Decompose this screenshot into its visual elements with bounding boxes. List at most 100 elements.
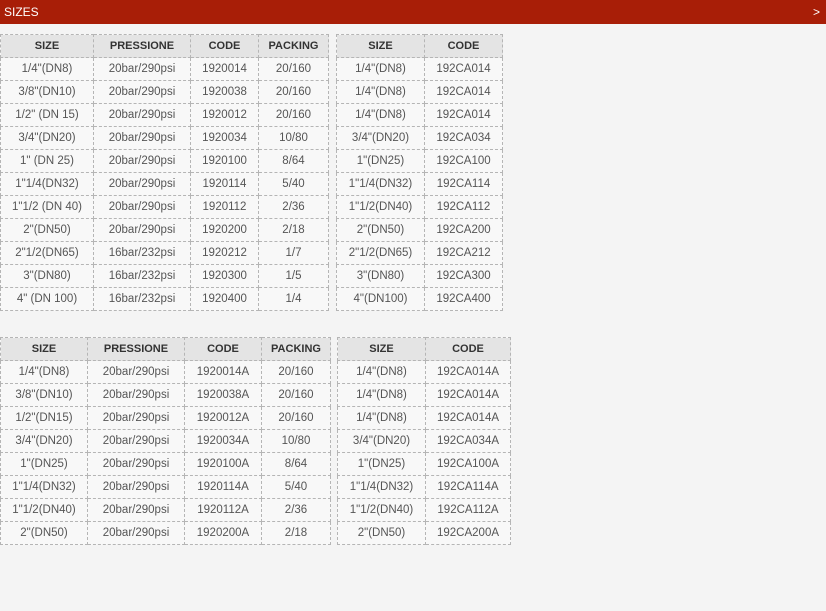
table-cell-code: 1920200 (190, 218, 259, 242)
table-row: 1" (DN 25) 20bar/290psi 1920100 8/64 (0, 149, 329, 173)
table-cell-packing: 2/18 (261, 521, 331, 545)
table-cell-packing: 20/160 (258, 103, 329, 127)
table-row: 2"(DN50) 192CA200 (336, 218, 503, 242)
table-cell-size: 3/4"(DN20) (337, 429, 426, 453)
table-cell-size: 1"1/4(DN32) (337, 475, 426, 499)
table-cell-size: 2"1/2(DN65) (0, 241, 94, 265)
table-cell-code: 192CA034A (425, 429, 511, 453)
table-row: 1"1/2 (DN 40) 20bar/290psi 1920112 2/36 (0, 195, 329, 219)
table-cell-code: 192CA014A (425, 360, 511, 384)
table-row: 1"1/2(DN40) 20bar/290psi 1920112A 2/36 (0, 498, 331, 522)
table-row: 1/2"(DN15) 20bar/290psi 1920012A 20/160 (0, 406, 331, 430)
column-header-code: CODE (425, 337, 511, 361)
table-cell-size: 4"(DN100) (336, 287, 425, 311)
table-header-row: SIZE PRESSIONE CODE PACKING (0, 337, 331, 361)
table-cell-pressione: 16bar/232psi (93, 287, 191, 311)
table-cell-size: 1"(DN25) (0, 452, 88, 476)
table-cell-size: 3/8"(DN10) (0, 80, 94, 104)
table-row: 1/4"(DN8) 192CA014A (337, 406, 511, 430)
table-cell-size: 4" (DN 100) (0, 287, 94, 311)
table-cell-size: 1/4"(DN8) (337, 406, 426, 430)
table-row: 1/4"(DN8) 192CA014 (336, 57, 503, 81)
table-cell-code: 1920400 (190, 287, 259, 311)
table-cell-packing: 8/64 (258, 149, 329, 173)
column-header-code: CODE (424, 34, 503, 58)
table-cell-code: 1920114 (190, 172, 259, 196)
table-cell-code: 1920100A (184, 452, 262, 476)
table-cell-size: 2"(DN50) (337, 521, 426, 545)
table-cell-size: 1"1/2 (DN 40) (0, 195, 94, 219)
table-cell-packing: 1/5 (258, 264, 329, 288)
table-row: 1/4"(DN8) 192CA014A (337, 360, 511, 384)
table-cell-code: 192CA200A (425, 521, 511, 545)
sizes-table-a-series: SIZE PRESSIONE CODE PACKING 1/4"(DN8) 20bar/2… (0, 337, 331, 545)
table-cell-packing: 5/40 (261, 475, 331, 499)
table-cell-pressione: 20bar/290psi (87, 406, 185, 430)
table-row: 3/4"(DN20) 192CA034 (336, 126, 503, 150)
table-cell-packing: 20/160 (258, 57, 329, 81)
table-row: 2"1/2(DN65) 192CA212 (336, 241, 503, 265)
table-cell-size: 1"1/2(DN40) (336, 195, 425, 219)
table-cell-pressione: 20bar/290psi (93, 126, 191, 150)
table-row: 3/8"(DN10) 20bar/290psi 1920038A 20/160 (0, 383, 331, 407)
table-row: 1"(DN25) 192CA100A (337, 452, 511, 476)
table-row: 1/2" (DN 15) 20bar/290psi 1920012 20/160 (0, 103, 329, 127)
table-row: 3/4"(DN20) 192CA034A (337, 429, 511, 453)
column-header-size: SIZE (336, 34, 425, 58)
table-cell-packing: 20/160 (261, 383, 331, 407)
table-cell-size: 2"(DN50) (0, 521, 88, 545)
column-header-pressione: PRESSIONE (87, 337, 185, 361)
table-row: 2"1/2(DN65) 16bar/232psi 1920212 1/7 (0, 241, 329, 265)
table-row: 3/4"(DN20) 20bar/290psi 1920034 10/80 (0, 126, 329, 150)
table-cell-pressione: 20bar/290psi (93, 103, 191, 127)
table-cell-pressione: 20bar/290psi (87, 521, 185, 545)
table-cell-size: 1/4"(DN8) (0, 57, 94, 81)
table-cell-size: 1"1/4(DN32) (0, 475, 88, 499)
sizes-accordion-header[interactable]: SIZES > (0, 0, 826, 24)
table-cell-size: 1"1/4(DN32) (336, 172, 425, 196)
table-cell-code: 1920114A (184, 475, 262, 499)
table-cell-pressione: 20bar/290psi (87, 498, 185, 522)
table-cell-code: 1920034 (190, 126, 259, 150)
table-cell-pressione: 20bar/290psi (93, 172, 191, 196)
table-cell-code: 192CA100 (424, 149, 503, 173)
table-cell-size: 3"(DN80) (336, 264, 425, 288)
table-cell-pressione: 20bar/290psi (93, 149, 191, 173)
section-title: SIZES (4, 5, 39, 19)
table-cell-size: 3/4"(DN20) (336, 126, 425, 150)
table-cell-code: 1920112A (184, 498, 262, 522)
table-cell-packing: 1/4 (258, 287, 329, 311)
table-row: 3"(DN80) 192CA300 (336, 264, 503, 288)
table-cell-pressione: 20bar/290psi (87, 452, 185, 476)
table-row: 1"(DN25) 192CA100 (336, 149, 503, 173)
table-cell-code: 192CA014A (425, 383, 511, 407)
codes-table-standard: SIZE CODE 1/4"(DN8) 192CA014 1/4"(DN8) 192CA0… (336, 34, 503, 311)
table-cell-size: 1"(DN25) (337, 452, 426, 476)
table-cell-code: 192CA014 (424, 80, 503, 104)
table-cell-packing: 2/36 (258, 195, 329, 219)
table-row: 1"1/2(DN40) 192CA112A (337, 498, 511, 522)
table-cell-size: 1" (DN 25) (0, 149, 94, 173)
table-cell-size: 3/4"(DN20) (0, 429, 88, 453)
table-row: 1"1/4(DN32) 20bar/290psi 1920114 5/40 (0, 172, 329, 196)
table-row: 1"1/4(DN32) 192CA114A (337, 475, 511, 499)
table-cell-code: 1920012A (184, 406, 262, 430)
codes-table-a-series: SIZE CODE 1/4"(DN8) 192CA014A 1/4"(DN8) 192CA… (337, 337, 511, 545)
table-cell-size: 3/8"(DN10) (0, 383, 88, 407)
table-cell-pressione: 20bar/290psi (93, 80, 191, 104)
table-row: 3"(DN80) 16bar/232psi 1920300 1/5 (0, 264, 329, 288)
table-cell-code: 1920038 (190, 80, 259, 104)
table-row: 1/4"(DN8) 20bar/290psi 1920014A 20/160 (0, 360, 331, 384)
table-cell-pressione: 20bar/290psi (87, 429, 185, 453)
table-cell-pressione: 16bar/232psi (93, 241, 191, 265)
chevron-right-icon[interactable]: > (813, 5, 820, 19)
table-row: 1/4"(DN8) 192CA014A (337, 383, 511, 407)
table-cell-size: 1"1/2(DN40) (337, 498, 426, 522)
table-cell-code: 1920014 (190, 57, 259, 81)
table-cell-size: 2"(DN50) (336, 218, 425, 242)
column-header-size: SIZE (337, 337, 426, 361)
table-cell-size: 2"(DN50) (0, 218, 94, 242)
table-cell-code: 192CA300 (424, 264, 503, 288)
table-cell-code: 1920212 (190, 241, 259, 265)
sizes-table-standard: SIZE PRESSIONE CODE PACKING 1/4"(DN8) 20bar/2… (0, 34, 329, 311)
